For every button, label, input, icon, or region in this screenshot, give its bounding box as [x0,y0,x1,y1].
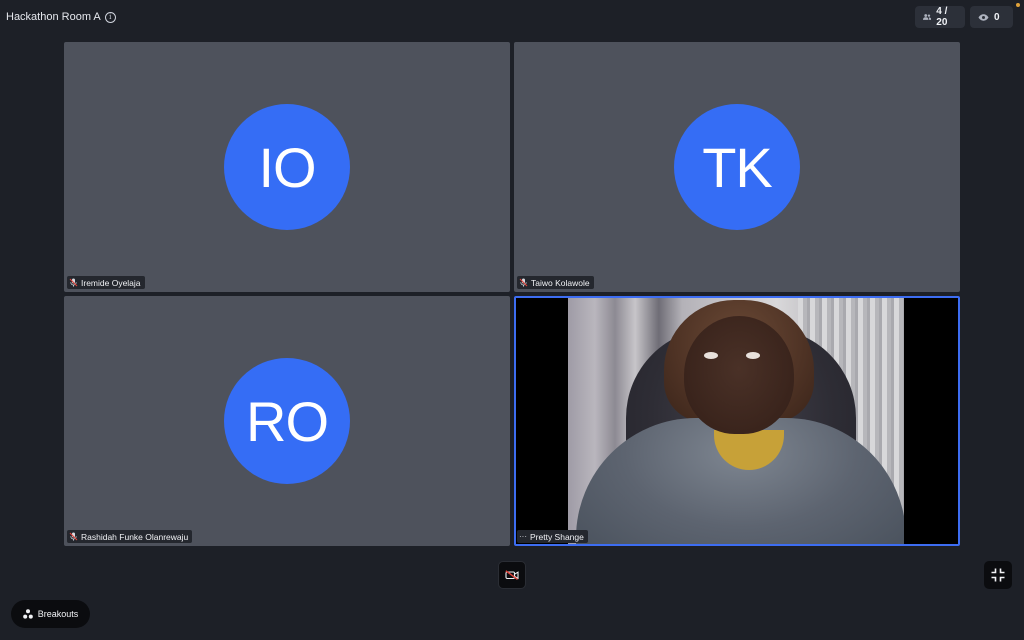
name-tag: Taiwo Kolawole [517,276,594,289]
avatar: RO [224,358,350,484]
participants-count-button[interactable]: 4 / 20 [915,6,965,28]
name-tag: Rashidah Funke Olanrewaju [67,530,193,543]
avatar: IO [224,104,350,230]
room-title-text: Hackathon Room A [6,11,101,23]
participants-count: 4 / 20 [936,6,948,28]
mic-off-icon [69,278,78,287]
minimize-button[interactable] [984,561,1012,589]
viewers-count-button[interactable]: 0 [970,6,1013,28]
status-dot [1016,3,1020,7]
participant-tile-active-speaker[interactable]: ··· Pretty Shange [514,296,960,546]
participant-name: Iremide Oyelaja [81,277,141,288]
info-icon[interactable]: i [104,11,116,23]
more-dots-icon[interactable]: ··· [519,532,527,541]
mic-off-icon [519,278,528,287]
participant-tile[interactable]: TK Taiwo Kolawole [514,42,960,292]
name-tag: Iremide Oyelaja [67,276,145,289]
people-icon [923,14,932,20]
top-bar: Hackathon Room A i 4 / 20 0 [0,0,1024,34]
eye-icon [978,13,989,21]
breakouts-button[interactable]: Breakouts [11,600,90,628]
mic-off-icon [69,532,78,541]
name-tag: ··· Pretty Shange [517,530,588,543]
participant-tile[interactable]: RO Rashidah Funke Olanrewaju [64,296,510,546]
camera-toggle-button[interactable] [498,561,526,589]
camera-off-icon [505,570,519,580]
participant-video [568,298,904,544]
participant-name: Taiwo Kolawole [531,277,590,288]
breakouts-icon [22,609,33,619]
viewers-count: 0 [994,11,1000,23]
participant-tile[interactable]: IO Iremide Oyelaja [64,42,510,292]
avatar: TK [674,104,800,230]
minimize-icon [991,568,1005,582]
room-title: Hackathon Room A i [6,11,116,23]
participant-name: Pretty Shange [530,531,584,542]
breakouts-label: Breakouts [37,609,79,619]
participant-name: Rashidah Funke Olanrewaju [81,531,189,542]
